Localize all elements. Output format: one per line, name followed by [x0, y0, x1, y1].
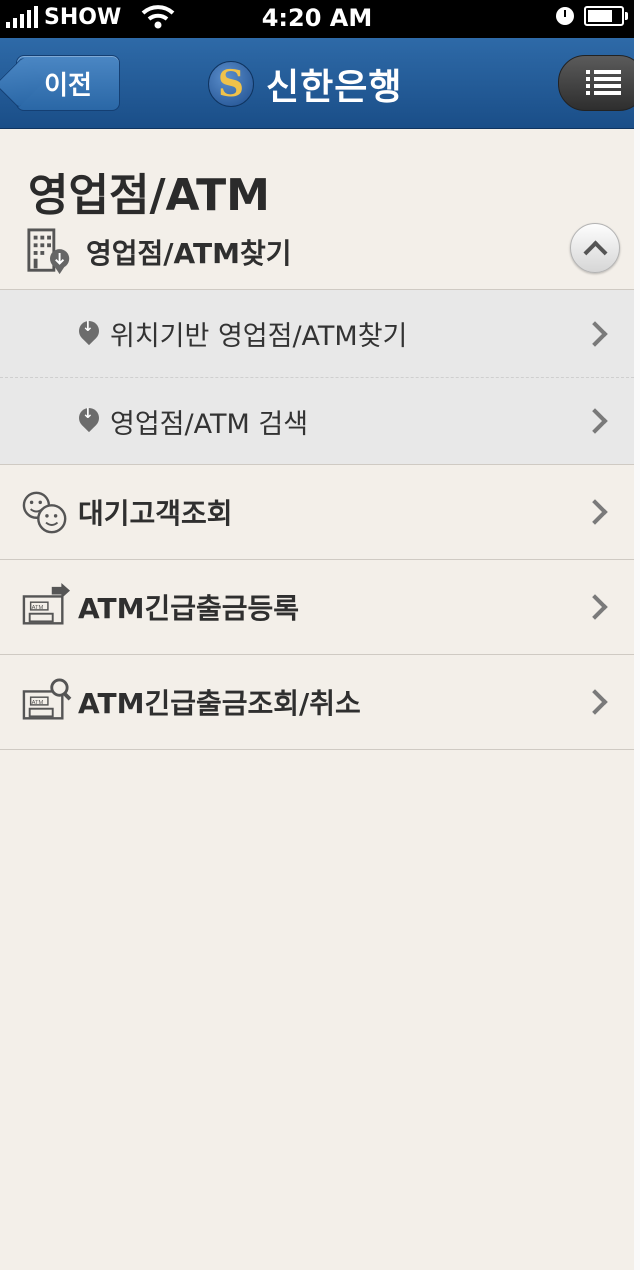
- group-header-label: 영업점/ATM찾기: [86, 237, 292, 270]
- brand-title: 신한은행: [266, 67, 403, 108]
- chevron-right-icon: [582, 499, 608, 525]
- atm-search-icon: ATM: [22, 678, 72, 720]
- list-menu-icon: [586, 70, 621, 96]
- menu-button[interactable]: [558, 55, 634, 111]
- back-button-label: 이전: [44, 70, 92, 101]
- chevron-right-icon: [582, 408, 608, 434]
- status-time: 4:20 AM: [261, 4, 373, 32]
- chevron-right-icon: [582, 320, 608, 347]
- nav-bar: 이전 S 신한은행: [0, 38, 634, 129]
- building-pin-icon: [27, 228, 70, 275]
- sub-item-label: 위치기반 영업점/ATM찾기: [110, 321, 408, 352]
- menu-item-waiting-customers[interactable]: 대기고객조회: [0, 465, 634, 560]
- sub-menu-list: 위치기반 영업점/ATM찾기 영업점/ATM 검색: [0, 290, 634, 465]
- alarm-clock-icon: [556, 7, 574, 25]
- faces-icon: [22, 491, 67, 534]
- screen: SHOW 4:20 AM 이전 S 신한은행 영업점/ATM 영업점/ATM찾기…: [0, 0, 635, 1270]
- group-header-branch-atm-search[interactable]: 영업점/ATM찾기: [0, 215, 634, 290]
- sub-item-branch-atm-search[interactable]: 영업점/ATM 검색: [0, 377, 634, 464]
- menu-item-label: ATM긴급출금조회/취소: [78, 687, 361, 720]
- sub-item-label: 영업점/ATM 검색: [110, 408, 309, 440]
- collapse-chevron-up-icon[interactable]: [570, 223, 620, 273]
- menu-item-atm-emergency-register[interactable]: ATM ATM긴급출금등록: [0, 560, 634, 655]
- chevron-right-icon: [582, 594, 608, 620]
- brand: S 신한은행: [208, 58, 402, 110]
- location-pin-icon: [78, 319, 100, 349]
- battery-icon: [584, 6, 628, 26]
- svg-text:ATM: ATM: [32, 605, 44, 611]
- page-title: 영업점/ATM: [28, 170, 270, 221]
- status-bar: SHOW 4:20 AM: [0, 0, 634, 38]
- menu-item-label: 대기고객조회: [78, 497, 233, 530]
- shinhan-logo-icon: S: [208, 61, 254, 107]
- menu-item-atm-emergency-inquiry-cancel[interactable]: ATM ATM긴급출금조회/취소: [0, 655, 634, 750]
- sub-item-location-based-search[interactable]: 위치기반 영업점/ATM찾기: [0, 290, 634, 377]
- side-strip: [634, 0, 640, 1270]
- menu-item-label: ATM긴급출금등록: [78, 592, 300, 625]
- chevron-right-icon: [582, 689, 608, 715]
- atm-arrow-icon: ATM: [22, 583, 70, 625]
- status-right: [556, 6, 628, 26]
- svg-text:ATM: ATM: [32, 700, 44, 706]
- location-pin-icon: [78, 406, 100, 436]
- back-button[interactable]: 이전: [16, 55, 120, 111]
